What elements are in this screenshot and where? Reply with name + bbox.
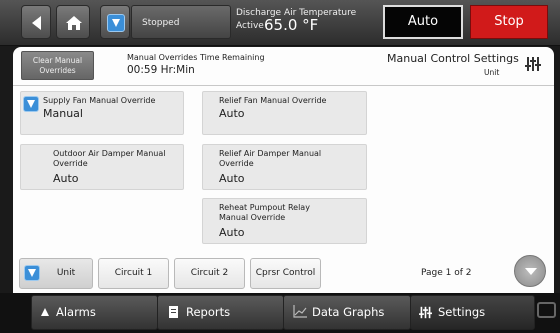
override-value: Auto (219, 172, 245, 185)
clear-button-line2: Overrides (39, 66, 76, 75)
nav-label: Data Graphs (312, 305, 385, 319)
override-value: Auto (219, 226, 245, 239)
manual-control-panel: Clear Manual Overrides Manual Overrides … (13, 47, 554, 293)
override-value: Auto (53, 172, 79, 185)
relief-air-damper-override[interactable]: Relief Air Damper Manual Override Auto (202, 144, 367, 190)
page-subtitle: Unit (484, 68, 500, 77)
nav-label: Reports (186, 305, 231, 319)
report-icon (169, 306, 178, 318)
tab-unit[interactable]: Unit (19, 258, 93, 289)
home-button[interactable] (56, 5, 90, 39)
unit-status[interactable]: Stopped (131, 5, 231, 39)
divider (13, 85, 554, 86)
override-label-line2: Override (219, 159, 254, 168)
override-value: Manual (43, 107, 83, 120)
settings-sliders-icon (525, 57, 541, 71)
discharge-value: 65.0 °F (264, 16, 319, 34)
tab-label: Cprsr Control (255, 268, 316, 278)
override-label-line2: Manual Override (219, 213, 286, 222)
page-indicator: Page 1 of 2 (421, 268, 472, 278)
override-label-line1: Outdoor Air Damper Manual (53, 149, 166, 158)
nav-alarms[interactable]: Alarms (31, 295, 158, 330)
info-arrow-icon (107, 14, 125, 32)
override-label-line1: Relief Air Damper Manual (219, 149, 322, 158)
tab-label: Circuit 2 (190, 268, 229, 278)
page-title: Manual Control Settings (387, 52, 519, 65)
stop-button[interactable]: Stop (470, 5, 548, 39)
time-remaining-label: Manual Overrides Time Remaining (127, 53, 265, 62)
override-label: Outdoor Air Damper Manual Override (53, 149, 166, 169)
relief-fan-override[interactable]: Relief Fan Manual Override Auto (202, 91, 367, 135)
override-label-line2: Override (53, 159, 88, 168)
tab-cprsr-control[interactable]: Cprsr Control (250, 258, 321, 289)
override-label: Relief Air Damper Manual Override (219, 149, 321, 169)
override-value: Auto (219, 107, 245, 120)
time-remaining-value: 00:59 Hr:Min (127, 64, 195, 76)
alarm-icon (41, 308, 49, 316)
graph-icon (293, 305, 307, 318)
outdoor-air-damper-override[interactable]: Outdoor Air Damper Manual Override Auto (20, 144, 184, 190)
override-label: Relief Fan Manual Override (219, 96, 327, 105)
info-arrow-icon (24, 265, 40, 281)
override-label-line1: Reheat Pumpout Relay (219, 203, 310, 212)
tab-circuit-2[interactable]: Circuit 2 (174, 258, 245, 289)
nav-label: Settings (438, 305, 486, 319)
clear-button-line1: Clear Manual (32, 56, 83, 65)
override-label: Supply Fan Manual Override (43, 96, 156, 105)
unit-info-button[interactable] (100, 5, 130, 39)
clear-overrides-button[interactable]: Clear Manual Overrides (21, 51, 94, 80)
discharge-state: Active (236, 21, 264, 31)
nav-data-graphs[interactable]: Data Graphs (283, 295, 411, 330)
bottom-nav: Alarms Reports Data Graphs Settings (0, 293, 560, 333)
tab-circuit-1[interactable]: Circuit 1 (98, 258, 169, 289)
auto-button[interactable]: Auto (383, 5, 463, 39)
top-bar: Stopped Discharge Air Temperature Active… (0, 0, 560, 46)
info-arrow-icon (23, 96, 39, 112)
tab-label: Circuit 1 (114, 268, 153, 278)
reheat-pumpout-relay-override[interactable]: Reheat Pumpout Relay Manual Override Aut… (202, 198, 367, 244)
tab-label: Unit (56, 268, 76, 278)
settings-sliders-icon (419, 306, 432, 319)
override-label: Reheat Pumpout Relay Manual Override (219, 203, 310, 223)
nav-label: Alarms (56, 305, 96, 319)
chat-icon[interactable] (537, 302, 556, 318)
nav-reports[interactable]: Reports (157, 295, 284, 330)
supply-fan-override[interactable]: Supply Fan Manual Override Manual (20, 91, 184, 135)
nav-settings[interactable]: Settings (410, 295, 535, 330)
scroll-down-button[interactable] (514, 255, 546, 287)
back-button[interactable] (21, 5, 51, 39)
home-icon (66, 16, 82, 30)
